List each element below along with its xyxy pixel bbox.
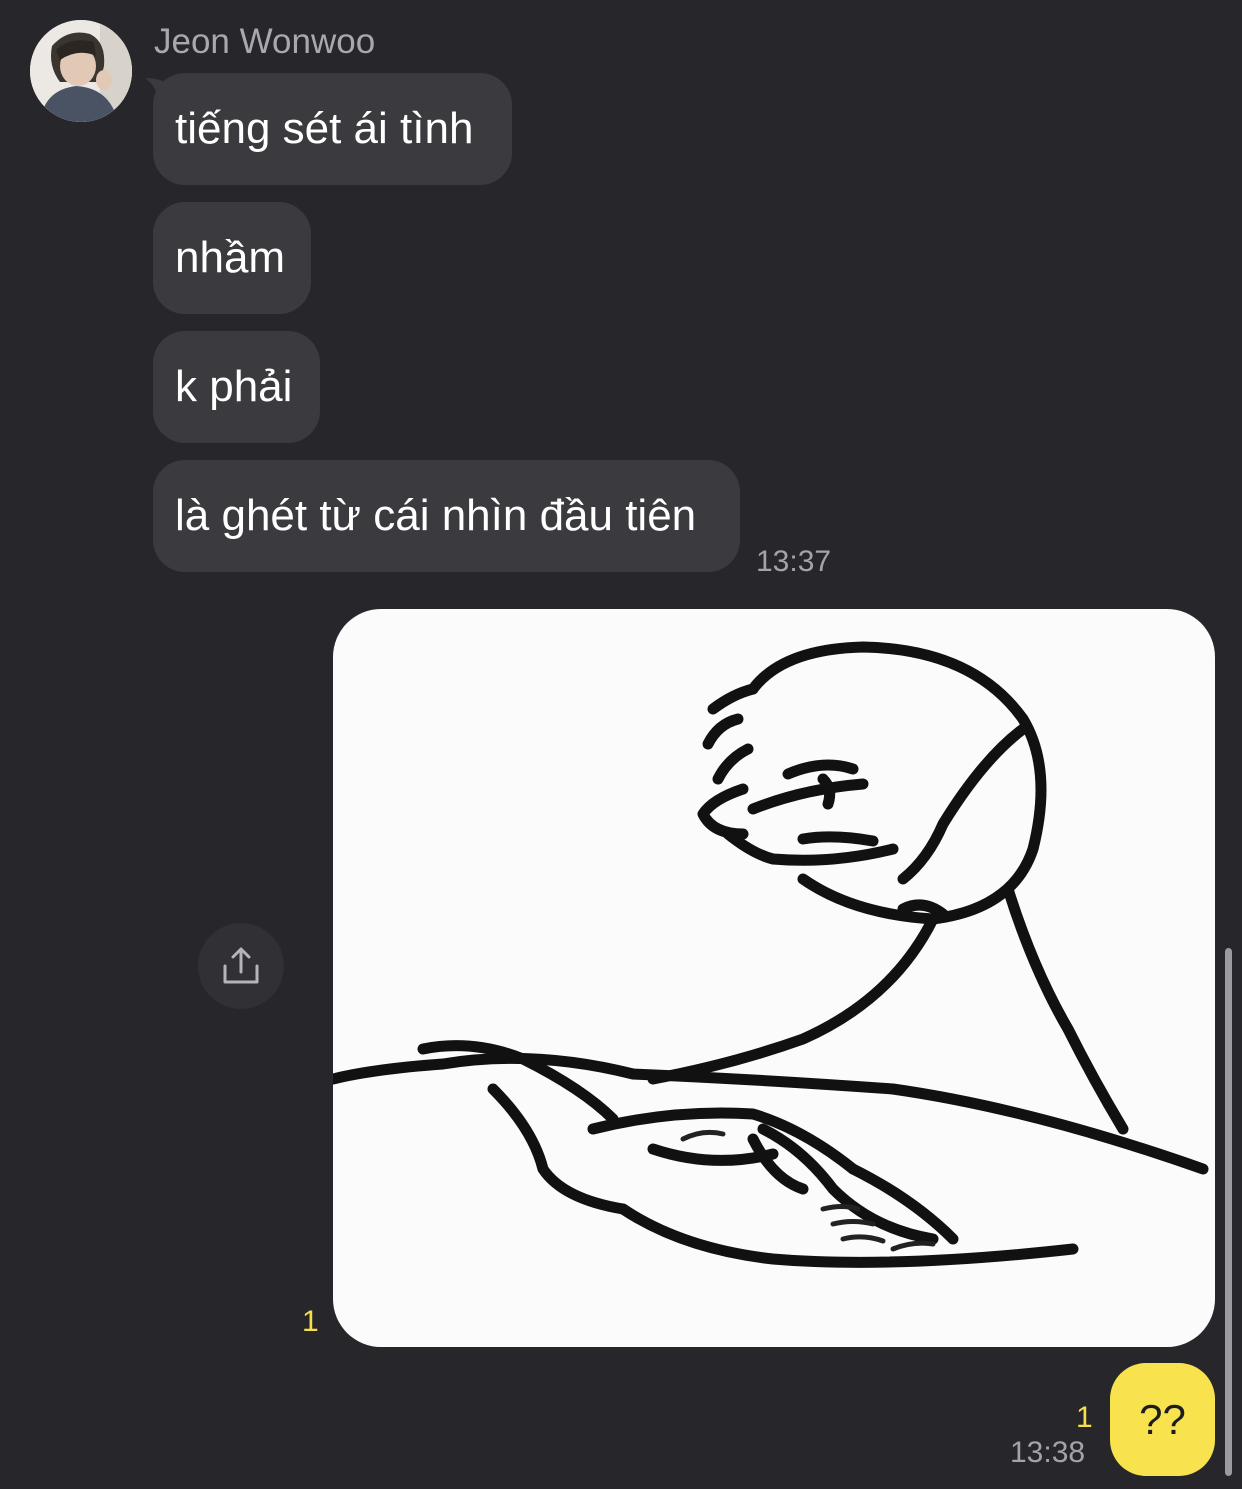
incoming-message[interactable]: k phải bbox=[153, 331, 320, 443]
incoming-message[interactable]: nhầm bbox=[153, 202, 311, 314]
text-read-count: 1 bbox=[1076, 1401, 1093, 1434]
image-read-count: 1 bbox=[302, 1305, 319, 1338]
avatar[interactable] bbox=[30, 20, 132, 122]
incoming-message[interactable]: là ghét từ cái nhìn đầu tiên bbox=[153, 460, 740, 572]
scrollbar[interactable] bbox=[1225, 948, 1232, 1476]
meme-drawing bbox=[333, 641, 1209, 1268]
outgoing-message[interactable]: ?? bbox=[1110, 1363, 1215, 1476]
image-message[interactable] bbox=[333, 609, 1215, 1347]
share-button[interactable] bbox=[198, 923, 284, 1009]
sender-name: Jeon Wonwoo bbox=[154, 22, 376, 61]
avatar-photo bbox=[30, 20, 132, 122]
outgoing-timestamp: 13:38 bbox=[1010, 1436, 1086, 1469]
share-icon bbox=[223, 947, 259, 984]
incoming-message[interactable]: tiếng sét ái tình bbox=[153, 73, 512, 185]
incoming-timestamp: 13:37 bbox=[756, 545, 832, 578]
